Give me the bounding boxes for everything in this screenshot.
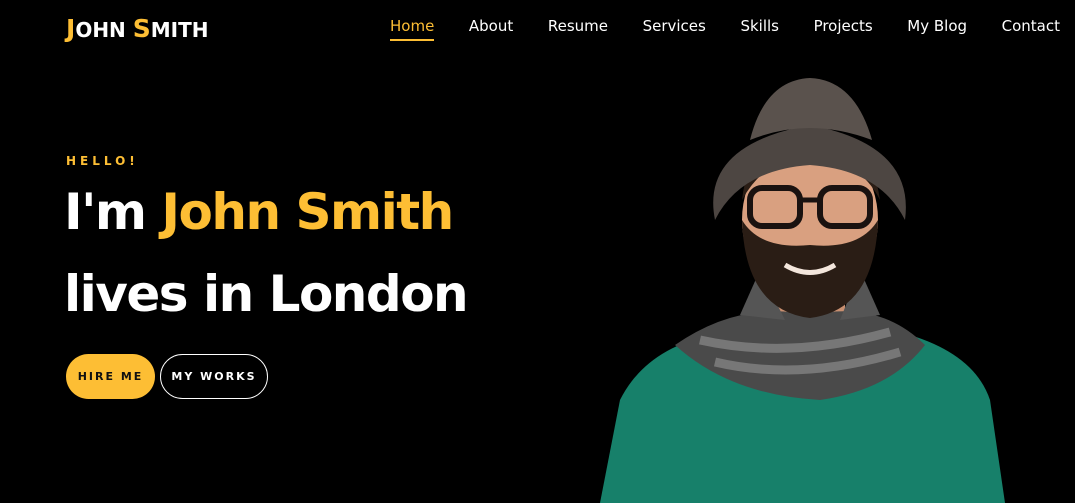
hero-greeting: HELLO! [66,154,139,168]
logo-last-rest: MITH [150,18,209,42]
nav-contact[interactable]: Contact [1002,17,1060,41]
logo-initial-j: J [66,14,76,43]
nav-resume[interactable]: Resume [548,17,608,41]
nav-home[interactable]: Home [390,17,435,41]
nav-projects[interactable]: Projects [814,17,873,41]
site-logo[interactable]: JOHN SMITH [66,14,209,43]
nav-my-blog[interactable]: My Blog [907,17,967,41]
nav-services[interactable]: Services [643,17,706,41]
hero-title-line1: I'm John Smith [64,187,454,237]
nav-skills[interactable]: Skills [740,17,779,41]
portrait-image [600,78,1005,503]
hero-title-prefix: I'm [64,183,162,241]
hero-title-name: John Smith [161,183,454,241]
logo-first-rest: OHN [75,18,133,42]
hire-me-button[interactable]: HIRE ME [66,354,155,399]
main-nav: Home About Resume Services Skills Projec… [390,17,1060,41]
nav-about[interactable]: About [469,17,513,41]
my-works-button[interactable]: MY WORKS [160,354,268,399]
hero-title-line2: lives in London [64,265,469,323]
logo-initial-s: S [132,14,151,43]
